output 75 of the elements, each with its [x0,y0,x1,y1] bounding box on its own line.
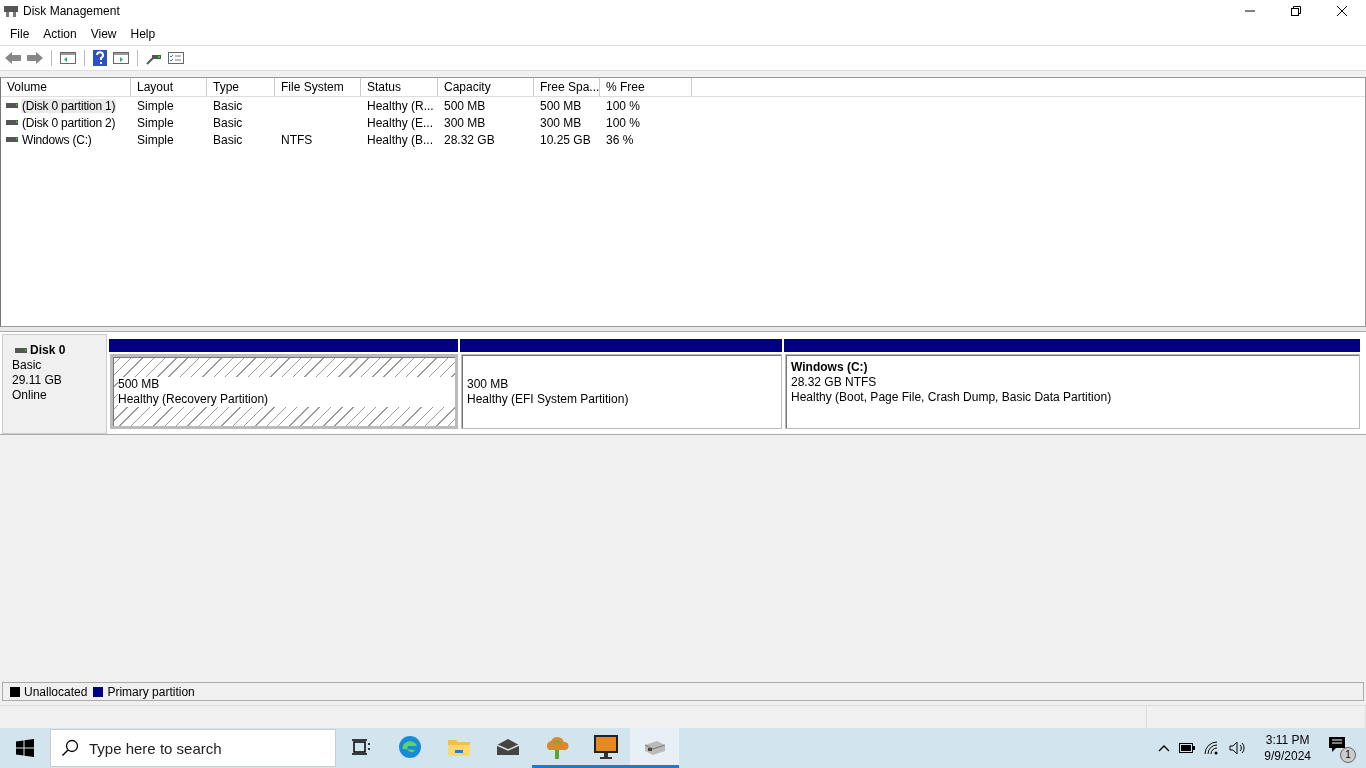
partition-size: 500 MB [118,376,455,392]
menu-item[interactable]: Action [36,26,84,41]
drive-icon [6,137,18,142]
disk-type: Basic [12,358,43,373]
table-cell: Simple [137,132,174,147]
table-cell: 36 % [606,132,634,147]
task-view-icon [350,737,371,756]
table-cell: 500 MB [540,98,582,113]
notification-icon[interactable] [1328,736,1346,754]
table-cell: 100 % [606,98,641,113]
checklist-icon[interactable] [167,50,185,66]
menu-item[interactable]: View [83,26,124,41]
column-header[interactable]: Status [361,78,438,96]
table-cell: Simple [137,115,174,130]
menu-item[interactable]: File [3,26,37,41]
table-cell: NTFS [281,132,313,147]
column-header[interactable]: Volume [1,78,131,96]
partition-name: Windows (C:) [791,360,869,375]
table-cell: Basic [213,115,243,130]
table-cell[interactable]: (Disk 0 partition 2) [21,115,117,130]
partition-status: Healthy (EFI System Partition) [467,391,630,407]
mail-icon [495,737,520,756]
table-cell: 10.25 GB [540,132,591,147]
close-icon[interactable] [1336,5,1348,17]
menu-item[interactable]: Help [123,26,163,41]
monitor-app-icon [592,733,619,760]
drive-icon [6,103,18,108]
disk-status: Online [12,388,48,403]
partition-size: 300 MB [467,376,510,392]
chevron-up-icon[interactable] [1158,744,1171,752]
restore-icon[interactable] [1290,5,1302,17]
table-cell: 300 MB [540,115,582,130]
console-tree-icon[interactable] [59,50,77,66]
column-header[interactable]: Capacity [438,78,534,96]
clock-date[interactable]: 9/9/2024 [1264,748,1311,764]
table-cell: Healthy (B... [367,132,434,147]
help-icon[interactable] [92,49,108,67]
start-icon[interactable] [16,739,34,757]
disk-app-icon [3,4,19,18]
table-cell[interactable]: (Disk 0 partition 1) [21,98,117,113]
window-title: Disk Management [23,4,120,18]
partition-size: 28.32 GB NTFS [791,375,878,390]
disk-size: 29.11 GB [12,373,63,388]
table-cell[interactable]: Windows (C:) [21,132,93,147]
forward-arrow-icon[interactable] [26,50,44,66]
table-cell: Simple [137,98,174,113]
battery-icon[interactable] [1179,743,1196,753]
legend-label: Primary partition [107,684,195,699]
search-icon [61,739,79,757]
table-cell: 100 % [606,115,641,130]
column-header[interactable]: Layout [131,78,207,96]
partition-status: Healthy (Boot, Page File, Crash Dump, Basic Data Partition) [791,390,1113,405]
table-cell: Healthy (R... [367,98,434,113]
action-pane-icon[interactable] [112,50,130,66]
disk-label-panel[interactable]: Disk 0 Basic 29.11 GB Online [2,334,107,434]
drive-icon [15,348,27,353]
column-header[interactable]: % Free [600,78,692,96]
table-cell: Basic [213,132,243,147]
column-header[interactable]: Free Spa... [534,78,600,96]
column-header[interactable]: Type [207,78,275,96]
speaker-icon[interactable] [1229,741,1248,755]
table-cell: Healthy (E... [367,115,434,130]
disk-name: Disk 0 [30,343,66,358]
back-arrow-icon[interactable] [4,50,22,66]
column-header[interactable]: File System [275,78,361,96]
table-cell: 500 MB [444,98,486,113]
notification-count: 1 [1340,747,1356,763]
table-cell: 300 MB [444,115,486,130]
browser-icon [397,734,422,759]
table-cell: Basic [213,98,243,113]
legend-label: Unallocated [24,684,88,699]
table-cell: 28.32 GB [444,132,495,147]
search-field[interactable]: Type here to search [50,729,336,767]
clock-time[interactable]: 3:11 PM [1265,732,1310,748]
drive-icon [6,120,18,125]
